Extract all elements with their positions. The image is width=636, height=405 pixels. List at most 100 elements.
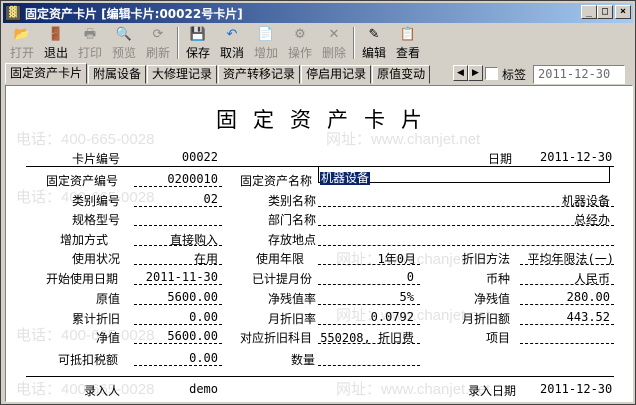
tab-scroll-left-icon[interactable]: ◀ [453, 65, 468, 81]
month-rate-value: 0.0792 [370, 310, 414, 324]
category-name-label: 类别名称 [268, 194, 317, 208]
undo-icon: ↶ [226, 27, 238, 42]
salvage-label: 净残值 [474, 292, 511, 306]
open-button[interactable]: 📂 打开 [5, 25, 39, 61]
category-code-label: 类别编号 [72, 194, 121, 208]
project-label: 项目 [486, 331, 511, 345]
field-underline [134, 206, 222, 207]
tab-scroll-right-icon[interactable]: ▶ [468, 65, 483, 81]
use-status-label: 使用状况 [72, 252, 121, 266]
tag-checkbox[interactable] [485, 67, 498, 80]
refresh-label: 刷新 [145, 46, 170, 60]
spec-label: 规格型号 [72, 213, 121, 227]
minimize-button[interactable]: _ [581, 5, 597, 19]
asset-name-input[interactable]: 机器设备 [318, 166, 610, 185]
add-label: 增加 [253, 46, 278, 60]
tab-strip: 固定资产卡片 附属设备 大修理记录 资产转移记录 停启用记录 原值变动 [5, 63, 431, 85]
tab-attached-equipment[interactable]: 附属设备 [88, 65, 147, 84]
folder-open-icon: 📂 [13, 27, 31, 42]
toolbar-separator [177, 27, 179, 59]
app-icon[interactable]: ▓ [5, 5, 21, 21]
orig-value-value[interactable]: 5600.00 [146, 290, 218, 304]
save-button[interactable]: 💾 保存 [181, 25, 215, 61]
months-label: 已计提月份 [252, 272, 313, 286]
salvage-value[interactable]: 280.00 [546, 290, 610, 304]
field-underline [134, 245, 222, 246]
field-underline [520, 324, 614, 325]
delete-label: 删除 [321, 46, 346, 60]
open-label: 打开 [9, 46, 34, 60]
operate-button[interactable]: ⚙ 操作 [283, 25, 317, 61]
tab-overhaul-record[interactable]: 大修理记录 [147, 65, 218, 84]
window-title: 固定资产卡片 [编辑卡片:00022号卡片] [25, 6, 243, 21]
footer-rule [26, 376, 614, 377]
maximize-button[interactable]: □ [597, 5, 613, 19]
currency-label: 币种 [486, 272, 511, 286]
accum-depr-value[interactable]: 0.00 [146, 310, 218, 324]
tab-value-change[interactable]: 原值变动 [372, 65, 431, 84]
edit-label: 编辑 [361, 46, 386, 60]
add-method-label: 增加方式 [60, 233, 109, 247]
asset-code-value[interactable]: 0200010 [156, 172, 218, 186]
field-underline [318, 264, 420, 265]
entry-date-label: 录入日期 [468, 384, 517, 398]
add-button[interactable]: 📄 增加 [249, 25, 283, 61]
preview-button[interactable]: 🔍 预览 [107, 25, 141, 61]
refresh-button[interactable]: ⟳ 刷新 [141, 25, 175, 61]
tab-stop-start-record[interactable]: 停启用记录 [301, 65, 372, 84]
month-amount-value: 443.52 [566, 310, 610, 324]
view-button[interactable]: 📋 查看 [391, 25, 425, 61]
start-date-label: 开始使用日期 [46, 272, 119, 286]
field-underline [134, 365, 222, 366]
delete-button[interactable]: ✕ 删除 [317, 25, 351, 61]
field-underline [318, 245, 614, 246]
view-label: 查看 [395, 46, 420, 60]
field-underline [318, 304, 420, 305]
operate-icon: ⚙ [294, 27, 306, 42]
start-date-value[interactable]: 2011-11-30 [136, 270, 218, 284]
tab-transfer-record[interactable]: 资产转移记录 [218, 65, 301, 84]
watermark-text: 电话：400-665-0028 [16, 131, 155, 148]
salvage-rate-value[interactable]: 5% [366, 290, 414, 304]
field-underline [318, 343, 420, 344]
floppy-disk-icon: 💾 [189, 27, 207, 42]
tab-fixed-asset-card[interactable]: 固定资产卡片 [5, 63, 88, 84]
print-label: 打印 [77, 46, 102, 60]
qty-label: 数量 [291, 353, 316, 367]
field-underline [134, 343, 222, 344]
field-underline [318, 206, 614, 207]
top-date-field[interactable]: 2011-12-30 [533, 65, 625, 84]
asset-name-selected-text: 机器设备 [320, 171, 371, 185]
cancel-label: 取消 [219, 46, 244, 60]
edit-button[interactable]: ✎ 编辑 [357, 25, 391, 61]
months-value: 0 [406, 270, 414, 284]
field-underline [520, 264, 614, 265]
field-underline [318, 324, 420, 325]
cancel-button[interactable]: ↶ 取消 [215, 25, 249, 61]
exit-door-icon: 🚪 [47, 27, 65, 42]
tax-label: 可抵扣税额 [58, 353, 119, 367]
toolbar: 📂 打开 🚪 退出 🖶 打印 🔍 预览 ⟳ 刷新 💾 保存 ↶ 取消 � [3, 25, 633, 63]
date-value: 2011-12-30 [540, 150, 613, 164]
date-label: 日期 [488, 152, 513, 166]
exit-button[interactable]: 🚪 退出 [39, 25, 73, 61]
field-underline [134, 225, 222, 226]
accum-depr-label: 累计折旧 [72, 312, 121, 326]
print-button[interactable]: 🖶 打印 [73, 25, 107, 61]
edit-pencil-icon: ✎ [368, 27, 380, 42]
toolbar-separator-2 [353, 27, 355, 59]
salvage-rate-label: 净残值率 [268, 292, 317, 306]
title-bar[interactable]: ▓ 固定资产卡片 [编辑卡片:00022号卡片] _ □ × [3, 3, 633, 23]
field-underline [520, 343, 614, 344]
close-button[interactable]: × [615, 5, 631, 19]
depr-method-label: 折旧方法 [462, 252, 511, 266]
field-underline [134, 324, 222, 325]
field-underline [134, 264, 222, 265]
asset-name-label: 固定资产名称 [240, 174, 313, 188]
exit-label: 退出 [43, 46, 68, 60]
category-code-value[interactable]: 02 [166, 192, 218, 206]
tax-value[interactable]: 0.00 [146, 351, 218, 365]
depr-account-label: 对应折旧科目 [240, 331, 313, 345]
printer-icon: 🖶 [83, 27, 97, 42]
field-underline [318, 284, 420, 285]
